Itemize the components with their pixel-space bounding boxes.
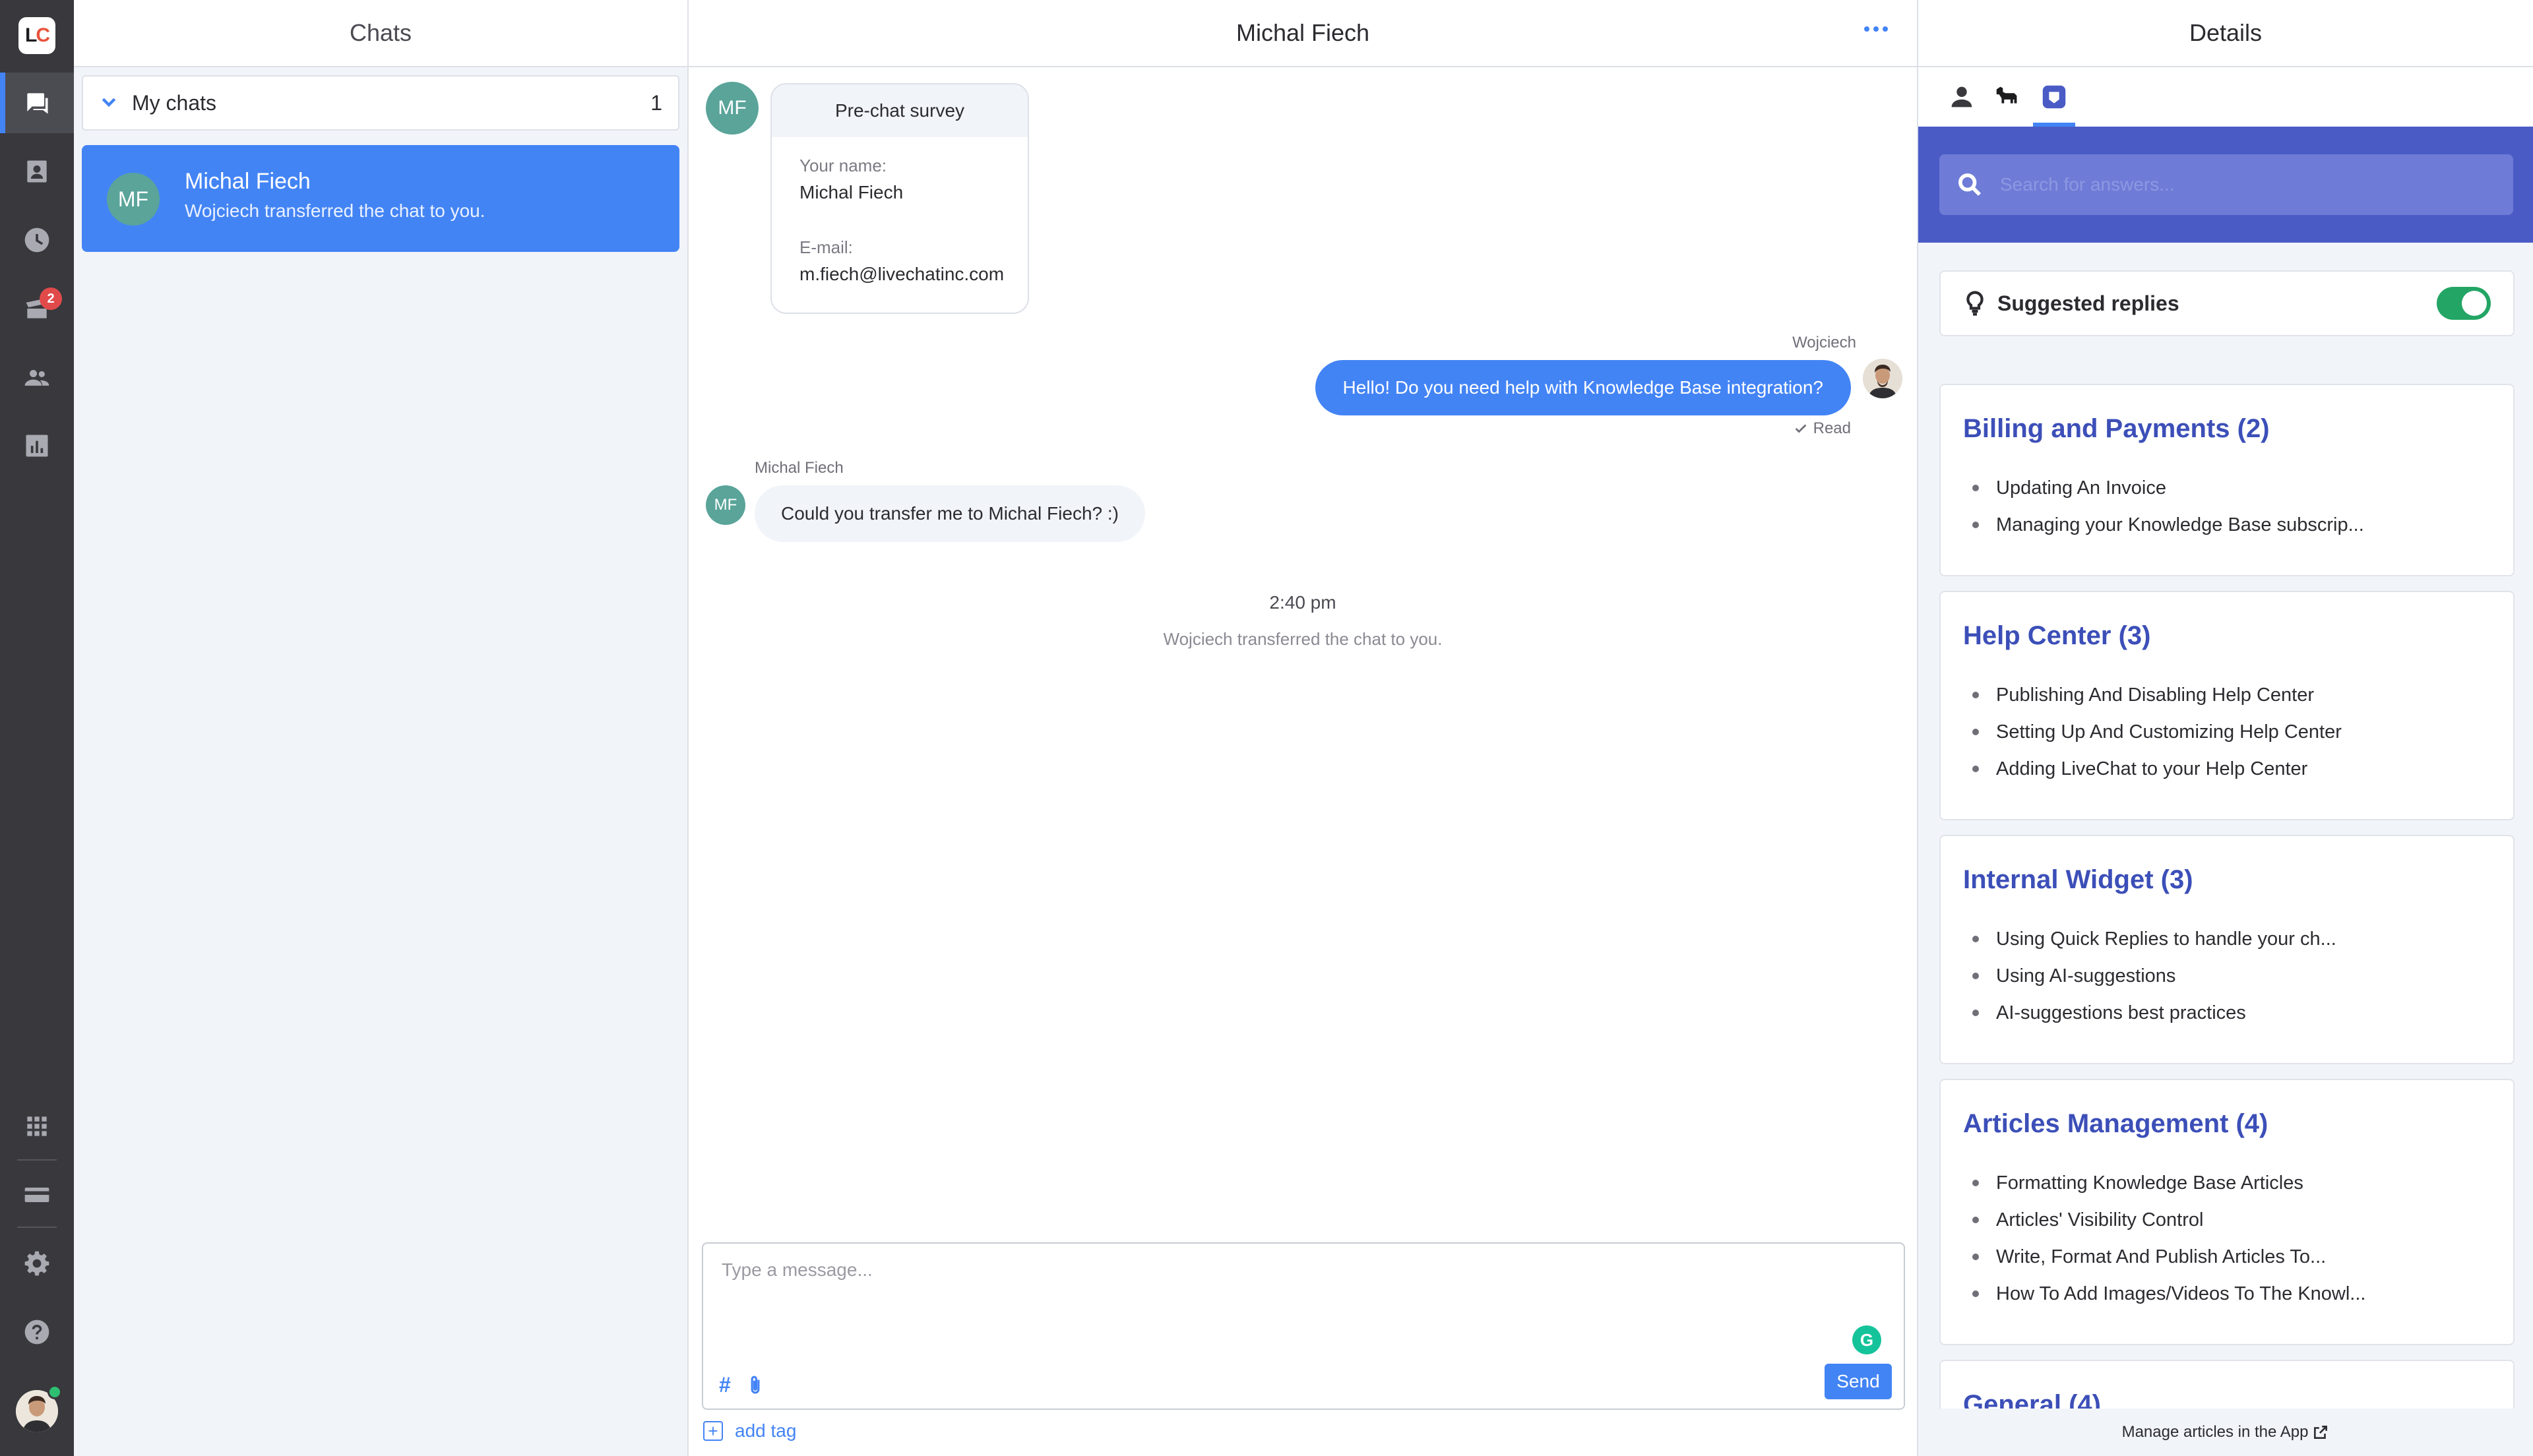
message-composer: G # Send [702,1242,1905,1410]
details-tabs [1918,67,2533,127]
message-input[interactable] [703,1244,1904,1349]
kb-article-link[interactable]: How To Add Images/Videos To The Knowl... [1963,1275,2365,1312]
customer-icon[interactable] [1941,82,1983,127]
billing-icon[interactable] [0,1165,74,1225]
knowledge-base-search-bar [1918,127,2533,243]
visitor-message-bubble: Could you transfer me to Michal Fiech? :… [755,485,1145,542]
kb-article-link[interactable]: Using Quick Replies to handle your ch... [1963,921,2336,957]
survey-field-value: Michal Fiech [799,182,904,202]
chat-list-item-preview: Wojciech transferred the chat to you. [185,200,485,221]
my-chats-group[interactable]: My chats 1 [82,75,679,131]
navigation-rail: LC 2 [0,0,74,1456]
message-author: Wojciech [1792,334,1856,351]
knowledge-base-icon[interactable] [2033,82,2075,127]
add-tag-label: add tag [735,1420,797,1441]
send-button[interactable]: Send [1825,1364,1892,1399]
kb-article-link[interactable]: Formatting Knowledge Base Articles [1963,1165,2365,1201]
settings-icon[interactable] [0,1233,74,1294]
kb-category-card: Help Center (3) Publishing And Disabling… [1939,591,2515,820]
contacts-icon[interactable] [0,141,74,202]
kb-category-title[interactable]: Billing and Payments (2) [1963,414,2270,444]
add-tag-button[interactable]: + add tag [703,1420,796,1441]
message-author: Michal Fiech [755,459,844,477]
system-timestamp: 2:40 pm [1269,592,1336,613]
details-title: Details [1918,0,2533,67]
my-chats-label: My chats [132,90,217,115]
search-icon [1958,173,1982,197]
kb-article-link[interactable]: Using AI-suggestions [1963,957,2336,994]
kb-article-link[interactable]: Updating An Invoice [1963,470,2364,506]
agent-avatar [1863,359,1902,398]
livechat-logo: LC [18,17,55,54]
conversation-title: Michal Fiech [689,0,1917,67]
suggested-replies-toggle[interactable] [2437,287,2491,320]
kb-article-link[interactable]: Adding LiveChat to your Help Center [1963,750,2342,787]
kb-article-link[interactable]: Setting Up And Customizing Help Center [1963,713,2342,750]
read-receipt: Read [1794,419,1851,438]
kb-category-card: Billing and Payments (2) Updating An Inv… [1939,384,2515,576]
attachment-icon[interactable] [745,1374,765,1400]
chats-icon[interactable] [0,73,74,133]
chat-list-item-name: Michal Fiech [185,169,311,194]
kb-article-link[interactable]: Publishing And Disabling Help Center [1963,677,2342,713]
chat-list-item[interactable]: MF Michal Fiech Wojciech transferred the… [82,145,679,252]
chats-title: Chats [74,0,687,67]
rail-divider [17,1159,57,1161]
tickets-badge: 2 [40,288,62,310]
apps-icon[interactable] [0,1096,74,1157]
avatar: MF [706,82,759,135]
online-status-dot [47,1385,62,1399]
reports-icon[interactable] [0,415,74,476]
conversation-panel: Michal Fiech MF Pre-chat survey Your nam… [689,0,1918,1456]
kb-category-title[interactable]: Internal Widget (3) [1963,865,2193,895]
tickets-icon[interactable]: 2 [0,278,74,339]
manage-articles-link[interactable]: Manage articles in the App [1918,1409,2533,1456]
chats-panel: Chats My chats 1 MF Michal Fiech Wojciec… [74,0,689,1456]
agent-message-bubble: Hello! Do you need help with Knowledge B… [1315,360,1851,415]
kb-category-title[interactable]: Help Center (3) [1963,621,2151,651]
more-options-icon[interactable] [1864,26,1888,32]
lightbulb-icon [1966,291,1984,316]
plus-icon: + [703,1421,723,1441]
suggested-replies-label: Suggested replies [1997,291,2179,315]
search-input[interactable] [2000,165,2513,204]
read-status: Read [1813,419,1851,437]
survey-field-value: m.fiech@livechatinc.com [799,264,1005,284]
survey-field-label: Your name: [799,156,887,175]
kb-article-link[interactable]: Write, Format And Publish Articles To... [1963,1238,2365,1275]
external-link-icon [2314,1426,2328,1439]
chevron-down-icon [99,92,119,115]
team-icon[interactable] [0,347,74,408]
archives-icon[interactable] [0,210,74,270]
avatar: MF [107,173,160,226]
pre-chat-survey-card: Pre-chat survey Your name: Michal Fiech … [770,83,1029,314]
system-message: Wojciech transferred the chat to you. [1163,629,1443,649]
details-panel: Details Suggested replies Billing and Pa… [1918,0,2533,1456]
suggested-replies-row: Suggested replies [1939,270,2515,336]
kb-category-title[interactable]: Articles Management (4) [1963,1109,2268,1139]
help-icon[interactable] [0,1302,74,1362]
check-icon [1795,424,1806,433]
rail-divider [17,1227,57,1228]
survey-title: Pre-chat survey [772,84,1028,137]
grammarly-icon[interactable]: G [1852,1325,1881,1354]
canned-responses-icon[interactable]: # [719,1373,731,1397]
kb-article-link[interactable]: AI-suggestions best practices [1963,994,2336,1031]
kb-article-link[interactable]: Articles' Visibility Control [1963,1201,2365,1238]
survey-field-label: E-mail: [799,237,853,257]
kb-category-card: Articles Management (4) Formatting Knowl… [1939,1079,2515,1345]
dog-icon[interactable] [1987,82,2029,127]
kb-article-link[interactable]: Managing your Knowledge Base subscrip... [1963,506,2364,543]
search-box [1939,154,2513,215]
kb-category-card: Internal Widget (3) Using Quick Replies … [1939,835,2515,1064]
avatar: MF [706,485,745,525]
manage-articles-label: Manage articles in the App [2121,1423,2309,1441]
my-chats-count: 1 [650,90,662,115]
